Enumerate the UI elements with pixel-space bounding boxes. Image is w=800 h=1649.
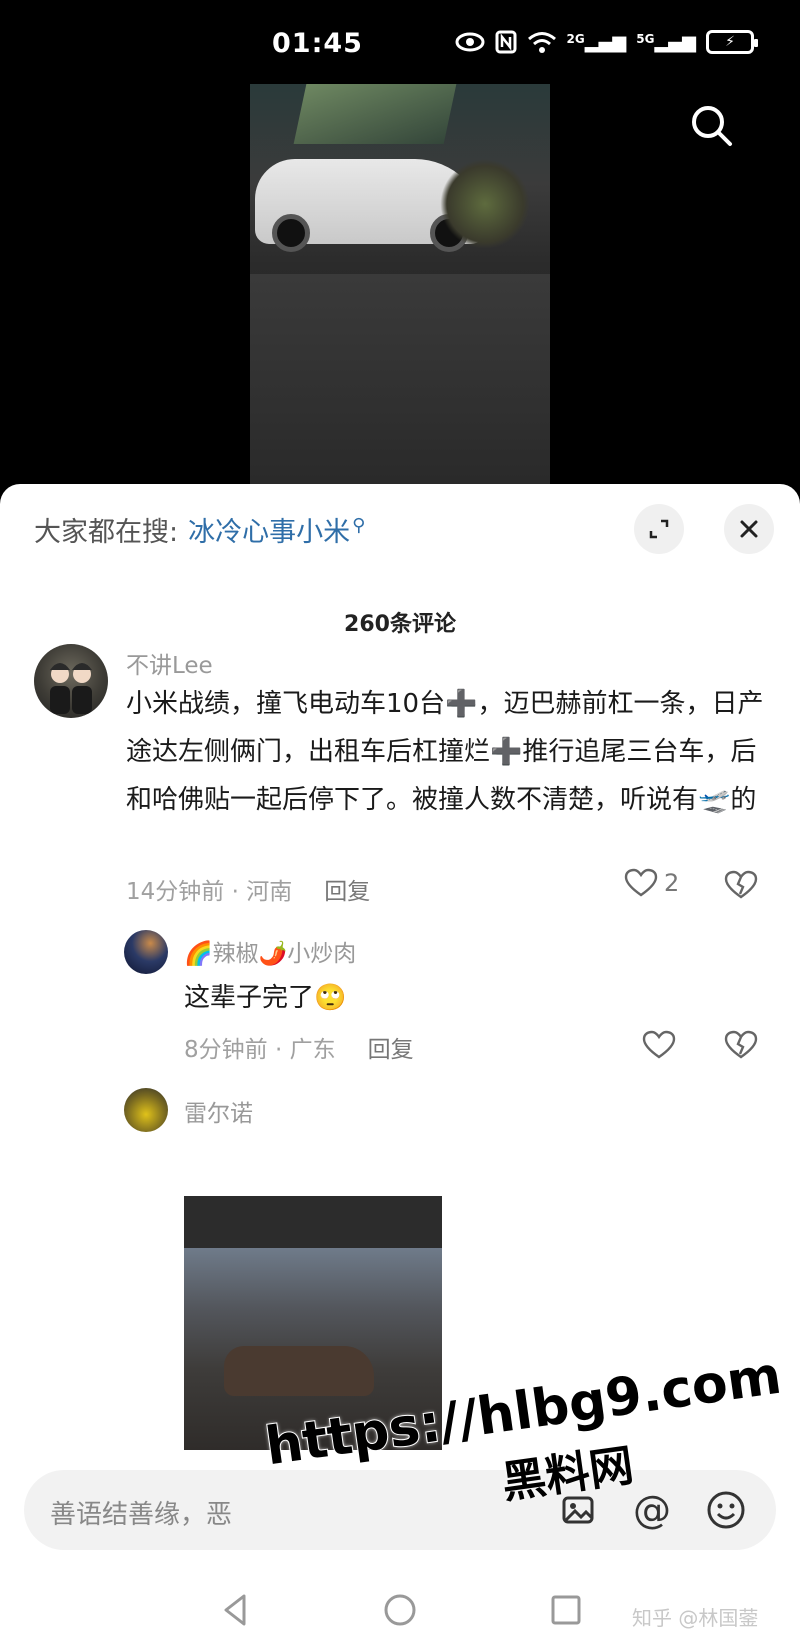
expand-icon — [649, 519, 669, 539]
hot-search[interactable]: 大家都在搜: 冰冷心事小米 ⚲ — [34, 510, 365, 549]
signal-2g-icon: 2G▂▄▆ — [566, 31, 627, 53]
comment-time: 8分钟前 — [184, 1037, 268, 1063]
hot-search-label: 大家都在搜: — [34, 517, 179, 548]
status-time: 01:45 — [272, 28, 363, 59]
close-button[interactable] — [724, 504, 774, 554]
comment-username[interactable]: 不讲Lee — [126, 646, 213, 680]
close-icon — [740, 520, 758, 538]
credit-watermark: 知乎 @林国蓥 — [632, 1606, 759, 1630]
wifi-icon — [527, 32, 556, 53]
heart-icon — [624, 868, 658, 897]
video-scene-canopy — [293, 84, 457, 144]
video-scene-road — [250, 274, 550, 484]
status-icons: 2G▂▄▆ 5G▂▄▆ ⚡ — [455, 30, 758, 54]
recents-icon[interactable] — [544, 1588, 588, 1632]
comment-location: 河南 — [246, 879, 293, 905]
comment-text: 这辈子完了🙄 — [184, 983, 347, 1013]
home-icon[interactable] — [378, 1588, 422, 1632]
image-stretcher — [224, 1346, 374, 1396]
comment-username[interactable]: 雷尔诺 — [184, 1094, 253, 1128]
system-nav-bar: 知乎 @林国蓥 — [0, 1570, 800, 1649]
dislike-button[interactable] — [724, 870, 758, 900]
comment-username[interactable]: 🌈辣椒🌶️小炒肉 — [184, 934, 356, 968]
video-player[interactable] — [0, 84, 800, 496]
signal-5g-label: 5G — [636, 31, 655, 46]
avatar-image — [50, 663, 92, 714]
comment-input-placeholder[interactable]: 善语结善缘，恶 — [50, 1494, 232, 1531]
back-icon[interactable] — [214, 1588, 258, 1632]
comment-meta: 14分钟前 · 河南 回复 — [126, 879, 371, 905]
reply-button[interactable]: 回复 — [368, 1037, 414, 1063]
signal-2g-label: 2G — [566, 31, 585, 46]
dislike-button[interactable] — [724, 1030, 758, 1060]
reply-button[interactable]: 回复 — [324, 879, 370, 905]
nfc-icon — [495, 30, 517, 54]
search-small-icon: ⚲ — [352, 515, 366, 536]
hot-search-keyword[interactable]: 冰冷心事小米 — [188, 517, 350, 548]
signal-5g-icon: 5G▂▄▆ — [636, 31, 696, 53]
comment-meta: 8分钟前 · 广东 回复 — [184, 1037, 414, 1063]
eye-icon — [455, 32, 485, 52]
image-top-band — [184, 1196, 442, 1248]
comment-text: 小米战绩，撞飞电动车10台➕，迈巴赫前杠一条，日产途达左侧俩门，出租车后杠撞烂➕… — [126, 689, 764, 815]
status-bar: 01:45 2G▂▄▆ 5G▂▄▆ ⚡ — [0, 0, 800, 84]
expand-button[interactable] — [634, 504, 684, 554]
heart-icon[interactable] — [642, 1030, 676, 1060]
comment-time: 14分钟前 — [126, 879, 225, 905]
video-frame[interactable] — [250, 84, 550, 484]
avatar[interactable] — [34, 644, 108, 718]
comment-location: 广东 — [289, 1037, 336, 1063]
avatar[interactable] — [124, 930, 168, 974]
video-scene-debris — [440, 159, 530, 249]
battery-charging-icon: ⚡ — [706, 30, 758, 54]
comment-count: 260条评论 — [344, 612, 456, 637]
video-scene-wheel — [272, 214, 310, 252]
like-count: 2 — [664, 869, 680, 897]
like-button[interactable]: 2 — [624, 868, 679, 898]
search-icon[interactable] — [684, 98, 740, 154]
avatar[interactable] — [124, 1088, 168, 1132]
emoji-icon[interactable] — [700, 1484, 752, 1536]
